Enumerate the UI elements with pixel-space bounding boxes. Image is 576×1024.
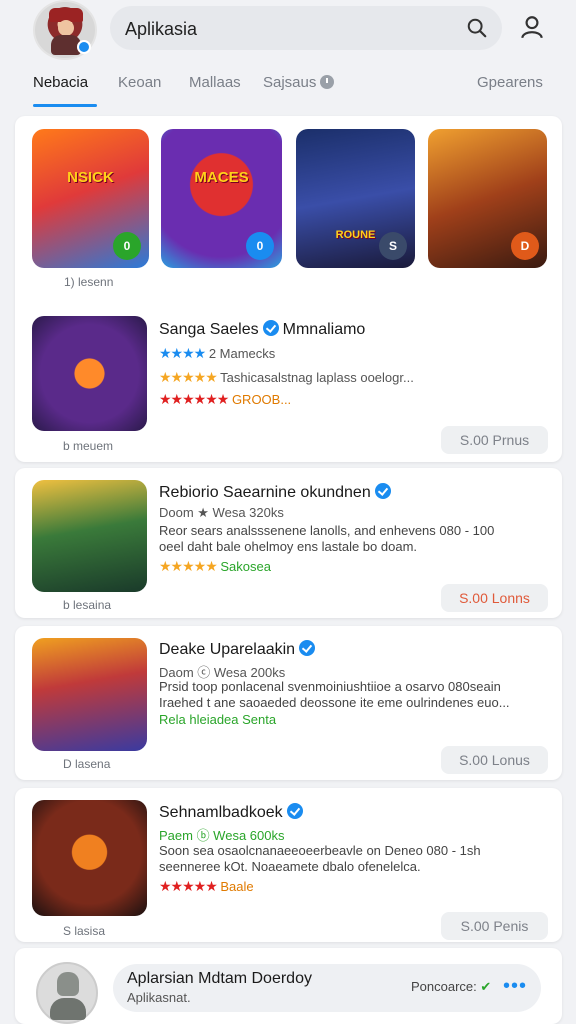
list-item-art: [32, 800, 147, 916]
red-star-rating-icon: ★★★★★★: [159, 391, 229, 407]
list-item-desc: Soon sea osaolcnanaeeoeerbeavle on Deneo…: [159, 843, 481, 874]
list-item-desc: Prsid toop ponlacenal svenmoiniushtiioe …: [159, 679, 510, 710]
verified-icon: [374, 483, 391, 499]
list-item-title: Deake Uparelaakin: [159, 641, 296, 658]
list-item[interactable]: Deake Uparelaakin Daom ⓒ Wesa 200ks Prsi…: [15, 626, 562, 780]
rating-count: 2 Mamecks: [208, 346, 276, 361]
list-item-thumbnail: [32, 800, 147, 916]
list-item-tag-line: ★★★★★ Sakosea: [159, 558, 271, 575]
search-bar[interactable]: Aplikasia: [110, 6, 502, 50]
star-rating-icon: ★★★★★: [159, 558, 218, 574]
tab-sajsaus-label: Sajsaus: [263, 74, 317, 91]
avatar-body: [50, 998, 86, 1020]
more-dots-icon[interactable]: •••: [503, 975, 527, 998]
game-badge-1: 0: [113, 232, 141, 260]
featured-row-price-note-line: ★★★★★★ GROOB...: [159, 391, 291, 408]
list-item-thumbnail: [32, 638, 147, 751]
list-item-title: Sehnamlbadkoek: [159, 804, 283, 821]
list-item-tag-line: ★★★★★ Baale: [159, 878, 254, 895]
featured-row-title: Sanga Saeles Mmnaliamo: [159, 320, 365, 339]
featured-row-thumbnail[interactable]: [32, 316, 147, 431]
featured-game-4[interactable]: D: [428, 129, 547, 268]
list-item-tag: Sakosea: [220, 559, 271, 574]
list-item-thumbnail: [32, 480, 147, 592]
featured-game-3[interactable]: ROUNE S: [296, 129, 415, 268]
tab-mallaas[interactable]: Mallaas: [189, 74, 241, 91]
tab-gpearens[interactable]: Gpearens: [477, 74, 543, 91]
list-item-title-line: Sehnamlbadkoek: [159, 803, 307, 822]
featured-row-title-text: Sanga Saeles: [159, 321, 259, 338]
list-item[interactable]: Rebiorio Saearnine okundnen Doom ★ Wesa …: [15, 468, 562, 618]
list-item-meta: Doom ★ Wesa 320ks: [159, 505, 284, 520]
person-icon[interactable]: [519, 14, 545, 40]
featured-row-title-suffix: Mmnaliamo: [282, 321, 366, 338]
featured-game-2[interactable]: MACES 0: [161, 129, 282, 268]
list-item-tag: Baale: [220, 879, 254, 894]
game-badge-3: S: [379, 232, 407, 260]
red-star-rating-icon: ★★★★★: [159, 878, 218, 894]
featured-game-1[interactable]: NSICK 0: [32, 129, 149, 268]
avatar-face: [58, 20, 74, 36]
list-item-title-line: Deake Uparelaakin: [159, 640, 319, 659]
star-rating-icon: ★★★★★: [159, 369, 218, 385]
bottom-title: Aplarsian Mdtam Doerdoy: [127, 970, 312, 987]
featured-card: NSICK 0 MACES 0 ROUNE S D 1) lesenn Sang…: [15, 116, 562, 462]
tab-nebacia[interactable]: Nebacia: [33, 74, 88, 91]
clock-icon: [320, 75, 335, 89]
tab-sajsaus[interactable]: Sajsaus: [263, 74, 335, 91]
list-item-art: [32, 480, 147, 592]
list-item-price-button[interactable]: S.00 Lonns: [441, 584, 548, 612]
list-item-caption: S lasisa: [63, 924, 106, 938]
featured-row-caption: b meuem: [63, 439, 114, 453]
featured-row-desc: Tashicasalstnag laplass ooelogr...: [220, 370, 414, 385]
verified-icon: [286, 803, 303, 819]
rating-stars-icon: ★★★★: [159, 345, 206, 361]
top-bar: Aplikasia: [0, 0, 576, 62]
list-item-meta: Paem ⓑ Wesa 600ks: [159, 828, 285, 843]
verified-icon: [299, 640, 316, 656]
list-item-price-button[interactable]: S.00 Lonus: [441, 746, 548, 774]
verified-icon: [262, 320, 279, 336]
list-item-art: [32, 638, 147, 751]
search-icon[interactable]: [466, 17, 488, 39]
featured-caption: 1) lesenn: [64, 275, 114, 289]
bottom-action-label: Poncoarce:: [411, 979, 477, 994]
game-title-1: NSICK: [67, 169, 114, 186]
list-item-price-button[interactable]: S.00 Penis: [441, 912, 548, 940]
featured-row-art: [32, 316, 147, 431]
list-item-title-line: Rebiorio Saearnine okundnen: [159, 483, 395, 502]
list-item-desc: Reor sears analsssenene lanolls, and enh…: [159, 523, 495, 554]
user-avatar[interactable]: [36, 962, 98, 1024]
profile-avatar[interactable]: [33, 0, 97, 60]
game-title-2: MACES: [194, 169, 249, 186]
list-item-caption: D lasena: [63, 757, 111, 771]
tab-keoan[interactable]: Keoan: [118, 74, 161, 91]
list-item-tag: Rela hleiadea Senta: [159, 712, 277, 727]
avatar-head: [57, 972, 79, 996]
game-badge-2: 0: [246, 232, 274, 260]
search-input[interactable]: Aplikasia: [125, 19, 197, 40]
bottom-info-bar[interactable]: Aplarsian Mdtam Doerdoy Aplikasnat. Ponc…: [113, 964, 541, 1012]
bottom-subtitle: Aplikasnat.: [127, 990, 191, 1005]
bottom-action[interactable]: Poncoarce: ✔: [411, 979, 491, 995]
check-icon: ✔: [480, 979, 492, 994]
list-item-caption: b lesaina: [63, 598, 112, 612]
featured-row-desc-line: ★★★★★ Tashicasalstnag laplass ooelogr...: [159, 369, 414, 386]
featured-row-rating: ★★★★ 2 Mamecks: [159, 345, 275, 362]
category-tabs: Nebacia Keoan Mallaas Sajsaus Gpearens: [0, 62, 576, 108]
avatar-status-badge: [77, 40, 91, 54]
game-badge-4: D: [511, 232, 539, 260]
bottom-user-card[interactable]: Aplarsian Mdtam Doerdoy Aplikasnat. Ponc…: [15, 948, 562, 1024]
featured-row-price-button[interactable]: S.00 Prnus: [441, 426, 548, 454]
featured-row-price-note: GROOB...: [231, 392, 292, 407]
active-tab-indicator: [33, 104, 97, 107]
list-item[interactable]: Sehnamlbadkoek Paem ⓑ Wesa 600ks Soon se…: [15, 788, 562, 942]
list-item-title: Rebiorio Saearnine okundnen: [159, 484, 371, 501]
